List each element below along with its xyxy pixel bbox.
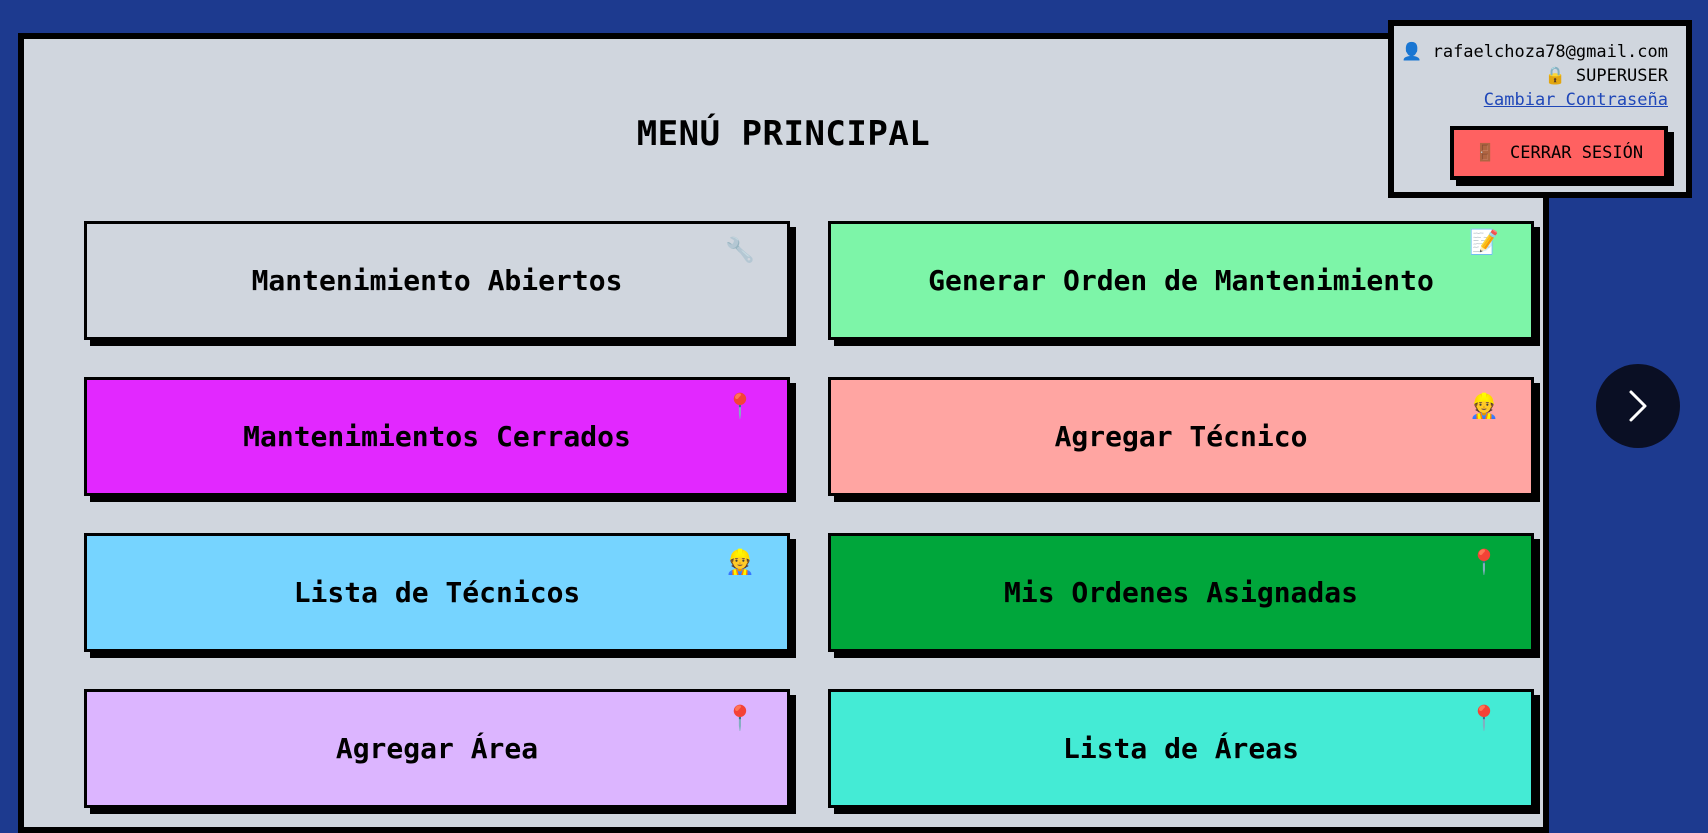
generate-maintenance-order-button[interactable]: Generar Orden de Mantenimiento 📝 <box>828 221 1534 340</box>
pin-icon: 📍 <box>1469 548 1499 576</box>
user-role: SUPERUSER <box>1575 66 1668 86</box>
chevron-right-icon <box>1629 390 1647 422</box>
lock-icon: 🔒 <box>1544 66 1566 86</box>
page-title: MENÚ PRINCIPAL <box>636 114 931 154</box>
pin-icon: 📍 <box>1469 704 1499 732</box>
open-maintenance-button[interactable]: Mantenimiento Abiertos 🔧 <box>84 221 790 340</box>
wrench-icon: 🔧 <box>725 236 755 264</box>
pin-icon: 📍 <box>725 392 755 420</box>
user-icon: 👤 <box>1401 42 1423 62</box>
button-label: Generar Orden de Mantenimiento <box>928 264 1434 297</box>
worker-icon: 👷 <box>1469 392 1499 420</box>
button-label: Mantenimientos Cerrados <box>243 420 631 453</box>
worker-icon: 👷 <box>725 548 755 576</box>
memo-icon: 📝 <box>1469 228 1499 256</box>
closed-maintenance-button[interactable]: Mantenimientos Cerrados 📍 <box>84 377 790 496</box>
main-menu-panel: MENÚ PRINCIPAL Mantenimiento Abiertos 🔧 … <box>18 33 1549 833</box>
pin-icon: 📍 <box>725 704 755 732</box>
add-area-button[interactable]: Agregar Área 📍 <box>84 689 790 808</box>
change-password-link[interactable]: Cambiar Contraseña <box>1484 88 1668 112</box>
logout-button[interactable]: 🚪 CERRAR SESIÓN <box>1450 126 1668 180</box>
button-label: Agregar Técnico <box>1054 420 1308 453</box>
areas-list-button[interactable]: Lista de Áreas 📍 <box>828 689 1534 808</box>
user-email: rafaelchoza78@gmail.com <box>1432 42 1668 62</box>
button-label: Mis Ordenes Asignadas <box>1003 576 1358 609</box>
button-label: Mantenimiento Abiertos <box>251 264 623 297</box>
user-email-row: 👤 rafaelchoza78@gmail.com <box>1394 40 1668 64</box>
my-assigned-orders-button[interactable]: Mis Ordenes Asignadas 📍 <box>828 533 1534 652</box>
button-label: Lista de Áreas <box>1062 732 1299 765</box>
logout-label: CERRAR SESIÓN <box>1510 143 1644 163</box>
user-role-row: 🔒 SUPERUSER <box>1394 64 1668 88</box>
button-label: Agregar Área <box>335 732 539 765</box>
technicians-list-button[interactable]: Lista de Técnicos 👷 <box>84 533 790 652</box>
next-button[interactable] <box>1596 364 1680 448</box>
add-technician-button[interactable]: Agregar Técnico 👷 <box>828 377 1534 496</box>
door-icon: 🚪 <box>1474 143 1497 163</box>
user-info-box: 👤 rafaelchoza78@gmail.com 🔒 SUPERUSER Camb… <box>1388 20 1692 198</box>
button-label: Lista de Técnicos <box>293 576 581 609</box>
